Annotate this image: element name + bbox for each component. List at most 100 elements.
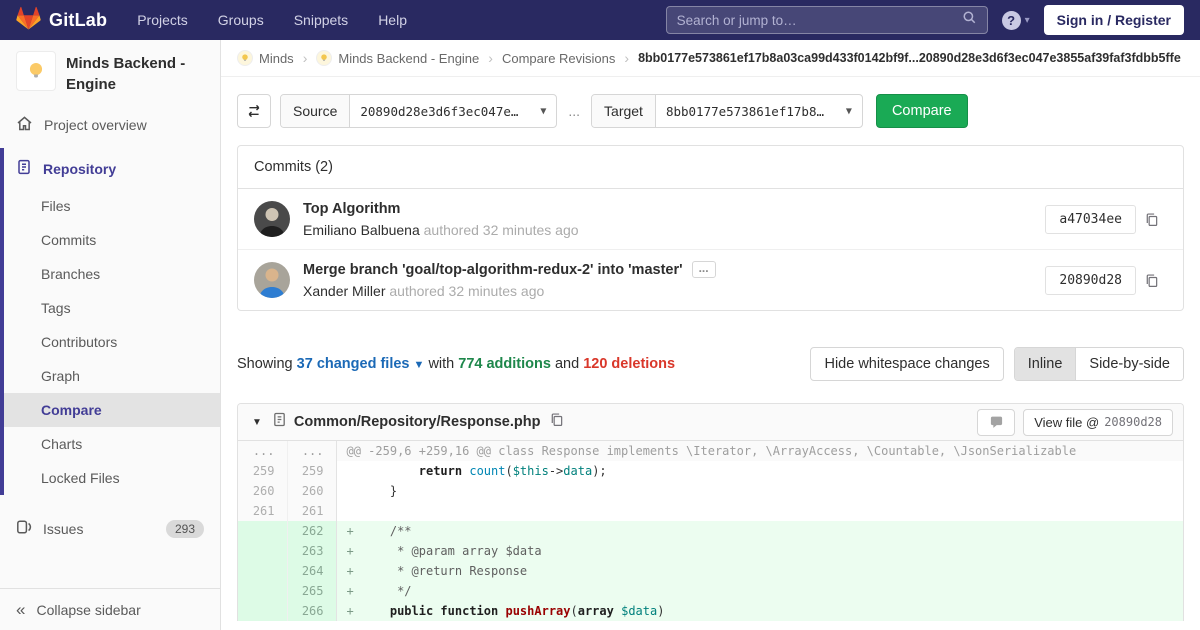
chevron-down-icon: ▼ bbox=[540, 105, 547, 117]
diff-line-add: 262 + /** bbox=[238, 521, 1183, 541]
nav-link-groups[interactable]: Groups bbox=[218, 12, 264, 28]
diff-line-code: return count($this->data); bbox=[418, 464, 607, 478]
sidebar-item-tags[interactable]: Tags bbox=[0, 291, 220, 325]
breadcrumb-link-compare-revisions[interactable]: Compare Revisions bbox=[502, 51, 615, 66]
collapse-diff-caret-icon[interactable]: ▼ bbox=[252, 417, 262, 428]
new-line-number[interactable]: 262 bbox=[287, 521, 337, 541]
compare-button[interactable]: Compare bbox=[875, 94, 968, 128]
sidebar-item-repository[interactable]: Repository bbox=[0, 148, 220, 189]
new-line-number[interactable]: 259 bbox=[287, 461, 337, 481]
hide-whitespace-button[interactable]: Hide whitespace changes bbox=[810, 347, 1004, 381]
issues-count-badge: 293 bbox=[165, 519, 204, 538]
copy-sha-button[interactable] bbox=[1136, 269, 1167, 292]
sidebar-item-locked-files[interactable]: Locked Files bbox=[0, 461, 220, 495]
nav-link-help[interactable]: Help bbox=[378, 12, 407, 28]
old-line-number[interactable] bbox=[238, 521, 288, 541]
diff-line-add: 264 + * @return Response bbox=[238, 561, 1183, 581]
new-line-number[interactable]: 264 bbox=[287, 561, 337, 581]
commit-author-link[interactable]: Emiliano Balbuena bbox=[303, 222, 420, 238]
breadcrumb-separator: › bbox=[488, 50, 493, 66]
commits-header: Commits (2) bbox=[238, 146, 1183, 189]
old-line-number[interactable] bbox=[238, 541, 288, 561]
changed-files-dropdown[interactable]: 37 changed files ▼ bbox=[297, 356, 425, 372]
project-title: Minds Backend - Engine bbox=[66, 55, 186, 93]
breadcrumb-link-minds[interactable]: Minds bbox=[237, 50, 294, 66]
commit-author-avatar bbox=[254, 262, 290, 298]
file-diff-header: ▼ Common/Repository/Response.php View fi… bbox=[238, 404, 1183, 441]
old-line-number[interactable] bbox=[238, 581, 288, 601]
sidebar-item-issues[interactable]: Issues 293 bbox=[0, 508, 220, 549]
expand-commit-message-button[interactable]: ... bbox=[691, 261, 716, 278]
sidebar-item-contributors[interactable]: Contributors bbox=[0, 325, 220, 359]
commit-title-link[interactable]: Merge branch 'goal/top-algorithm-redux-2… bbox=[303, 262, 683, 278]
help-menu[interactable]: ? ▾ bbox=[1001, 10, 1030, 30]
diff-stats-row: Showing 37 changed files ▼ with 774 addi… bbox=[237, 347, 1184, 381]
copy-sha-button[interactable] bbox=[1136, 208, 1167, 231]
deletions-count: 120 deletions bbox=[583, 356, 676, 372]
target-value: 8bb0177e573861ef17b8… bbox=[665, 103, 824, 119]
commit-row: Top Algorithm Emiliano Balbuena authored … bbox=[238, 189, 1183, 249]
project-context-header[interactable]: Minds Backend - Engine bbox=[0, 40, 220, 104]
old-line-number[interactable] bbox=[238, 601, 288, 621]
range-separator: ... bbox=[568, 103, 581, 119]
diff-table: ...... @@ -259,6 +259,16 @@ class Respons… bbox=[238, 441, 1183, 621]
swap-revisions-button[interactable] bbox=[237, 94, 271, 128]
old-line-number[interactable]: 260 bbox=[238, 481, 288, 501]
sidebar-item-files[interactable]: Files bbox=[0, 189, 220, 223]
source-branch-dropdown[interactable]: Source 20890d28e3d6f3ec047e… ▼ bbox=[280, 94, 558, 128]
repository-subnav: Files Commits Branches Tags Contributors Grap… bbox=[0, 189, 220, 495]
project-avatar bbox=[16, 51, 56, 91]
new-line-number[interactable]: 261 bbox=[287, 501, 337, 521]
sidebar-item-branches[interactable]: Branches bbox=[0, 257, 220, 291]
side-by-side-view-button[interactable]: Side-by-side bbox=[1075, 348, 1183, 380]
old-line-number[interactable]: 261 bbox=[238, 501, 288, 521]
target-branch-dropdown[interactable]: Target 8bb0177e573861ef17b8… ▼ bbox=[591, 94, 863, 128]
diff-line-code: + * @return Response bbox=[336, 561, 1183, 581]
sign-in-register-button[interactable]: Sign in / Register bbox=[1043, 5, 1184, 35]
commit-title-link[interactable]: Top Algorithm bbox=[303, 201, 400, 217]
view-file-button[interactable]: View file @ 20890d28 bbox=[1023, 408, 1173, 436]
diff-line-code: + */ bbox=[336, 581, 1183, 601]
sidebar-item-commits[interactable]: Commits bbox=[0, 223, 220, 257]
sidebar-item-graph[interactable]: Graph bbox=[0, 359, 220, 393]
sidebar-item-charts[interactable]: Charts bbox=[0, 427, 220, 461]
new-line-number[interactable]: 265 bbox=[287, 581, 337, 601]
brand-wordmark: GitLab bbox=[49, 9, 108, 30]
breadcrumb-separator: › bbox=[624, 50, 630, 66]
new-line-number[interactable]: ... bbox=[287, 441, 337, 461]
primary-nav: Projects Groups Snippets Help bbox=[137, 12, 407, 28]
commit-sha-link[interactable]: 20890d28 bbox=[1045, 265, 1136, 295]
sidebar-item-label: Repository bbox=[43, 160, 117, 177]
new-line-number[interactable]: 263 bbox=[287, 541, 337, 561]
new-line-number[interactable]: 260 bbox=[287, 481, 337, 501]
diff-view-toggle: Inline Side-by-side bbox=[1013, 347, 1184, 381]
file-path-link[interactable]: Common/Repository/Response.php bbox=[294, 414, 541, 430]
collapse-label: Collapse sidebar bbox=[36, 601, 141, 618]
gitlab-home-link[interactable]: GitLab bbox=[16, 6, 107, 35]
breadcrumb-separator: › bbox=[302, 50, 308, 66]
nav-link-projects[interactable]: Projects bbox=[137, 12, 188, 28]
sidebar-item-label: Project overview bbox=[44, 117, 147, 133]
old-line-number[interactable]: 259 bbox=[238, 461, 288, 481]
old-line-number[interactable]: ... bbox=[238, 441, 288, 461]
new-line-number[interactable]: 266 bbox=[287, 601, 337, 621]
commit-sha-link[interactable]: a47034ee bbox=[1045, 204, 1136, 234]
commit-author-link[interactable]: Xander Miller bbox=[303, 283, 385, 299]
diff-line-ctx: 261 261 bbox=[238, 501, 1183, 521]
copy-path-icon[interactable] bbox=[549, 412, 564, 432]
toggle-comments-button[interactable] bbox=[977, 408, 1016, 436]
sidebar-item-compare[interactable]: Compare bbox=[0, 393, 220, 427]
nav-link-snippets[interactable]: Snippets bbox=[294, 12, 348, 28]
commit-authored-time: authored 32 minutes ago bbox=[385, 283, 545, 299]
collapse-sidebar-button[interactable]: « Collapse sidebar bbox=[0, 588, 220, 630]
chevron-down-icon: ▾ bbox=[1024, 14, 1030, 26]
search-input[interactable] bbox=[676, 12, 962, 28]
main-content: Minds › Minds Backend - Engine › Compare Rev… bbox=[221, 40, 1200, 630]
source-label: Source bbox=[281, 95, 351, 127]
old-line-number[interactable] bbox=[238, 561, 288, 581]
project-sidebar: Minds Backend - Engine Project overview … bbox=[0, 40, 221, 630]
sidebar-item-project-overview[interactable]: Project overview bbox=[0, 104, 220, 146]
inline-view-button[interactable]: Inline bbox=[1014, 348, 1076, 380]
global-search[interactable] bbox=[665, 6, 988, 34]
breadcrumb-link-minds-backend-engine[interactable]: Minds Backend - Engine bbox=[316, 50, 479, 66]
